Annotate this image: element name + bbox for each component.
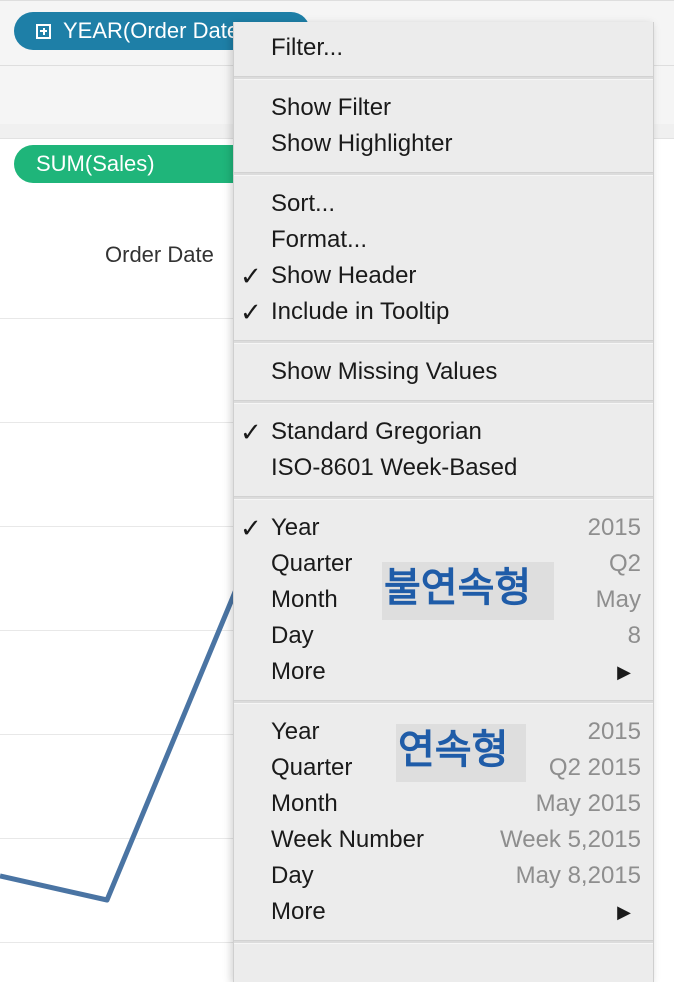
menu-item-value: 2015 — [587, 514, 641, 541]
menu-item-value: May — [595, 586, 641, 613]
menu-item-label: Show Filter — [271, 94, 392, 121]
menu-item-label: ISO-8601 Week-Based — [271, 454, 518, 481]
menu-item-year[interactable]: ✓ Year 2015 — [234, 510, 653, 546]
menu-item-label: Standard Gregorian — [271, 418, 482, 445]
checkmark-icon: ✓ — [240, 261, 262, 291]
checkmark-icon: ✓ — [240, 513, 262, 543]
menu-item-label: Filter... — [271, 34, 344, 61]
menu-item-label: Year — [271, 514, 320, 541]
menu-item-show-filter[interactable]: Show Filter — [234, 90, 653, 126]
menu-separator — [234, 340, 653, 344]
menu-item-label: Week Number — [271, 826, 424, 853]
menu-item-value: May 2015 — [535, 790, 641, 817]
discrete-annotation: 불연속형 — [382, 562, 554, 620]
menu-item-label: Format... — [271, 226, 368, 253]
menu-item-more[interactable]: More ▶ — [234, 654, 653, 690]
menu-item-value: May 8,2015 — [515, 862, 641, 889]
menu-item-include-in-tooltip[interactable]: ✓ Include in Tooltip — [234, 294, 653, 330]
menu-item-label: Quarter — [271, 754, 353, 781]
menu-separator — [234, 940, 653, 944]
menu-item-label: Month — [271, 790, 338, 817]
menu-item-label: Year — [271, 718, 320, 745]
menu-item-label: Day — [271, 862, 314, 889]
menu-item-sort[interactable]: Sort... — [234, 186, 653, 222]
menu-item-label: More — [271, 898, 326, 925]
menu-item-week-number[interactable]: Week Number Week 5,2015 — [234, 822, 653, 858]
sales-line-mark[interactable] — [0, 579, 243, 903]
menu-separator — [234, 700, 653, 704]
menu-item-day[interactable]: Day 8 — [234, 618, 653, 654]
menu-item-label: Day — [271, 622, 314, 649]
submenu-arrow-icon: ▶ — [617, 662, 631, 682]
menu-item-value: Q2 2015 — [548, 754, 641, 781]
menu-item-label: More — [271, 658, 326, 685]
context-menu[interactable]: Filter... Show Filter Show Highlighter Sort… — [233, 22, 654, 982]
menu-item-day[interactable]: Day May 8,2015 — [234, 858, 653, 894]
menu-item-format[interactable]: Format... — [234, 222, 653, 258]
menu-item-show-header[interactable]: ✓ Show Header — [234, 258, 653, 294]
menu-item-show-highlighter[interactable]: Show Highlighter — [234, 126, 653, 162]
menu-separator — [234, 400, 653, 404]
submenu-arrow-icon: ▶ — [617, 902, 631, 922]
menu-item-value: 8 — [627, 622, 641, 649]
menu-item-standard-gregorian[interactable]: ✓ Standard Gregorian — [234, 414, 653, 450]
checkmark-icon: ✓ — [240, 297, 262, 327]
menu-separator — [234, 76, 653, 80]
menu-item-label: Show Missing Values — [271, 358, 498, 385]
menu-item-value: Week 5,2015 — [500, 826, 641, 853]
menu-item-label: Show Highlighter — [271, 130, 453, 157]
menu-item-filter[interactable]: Filter... — [234, 30, 653, 66]
menu-separator — [234, 496, 653, 500]
menu-item-show-missing-values[interactable]: Show Missing Values — [234, 354, 653, 390]
continuous-annotation: 연속형 — [396, 724, 526, 782]
menu-item-label: Month — [271, 586, 338, 613]
menu-separator — [234, 172, 653, 176]
menu-item-label: Sort... — [271, 190, 336, 217]
menu-item-label: Include in Tooltip — [271, 298, 450, 325]
menu-item-more[interactable]: More ▶ — [234, 894, 653, 930]
menu-item-value: 2015 — [587, 718, 641, 745]
menu-item-month[interactable]: Month May 2015 — [234, 786, 653, 822]
checkmark-icon: ✓ — [240, 417, 262, 447]
menu-item-label: Quarter — [271, 550, 353, 577]
menu-item-iso-8601-week-based[interactable]: ISO-8601 Week-Based — [234, 450, 653, 486]
menu-item-label: Show Header — [271, 262, 417, 289]
menu-item-value: Q2 — [608, 550, 641, 577]
